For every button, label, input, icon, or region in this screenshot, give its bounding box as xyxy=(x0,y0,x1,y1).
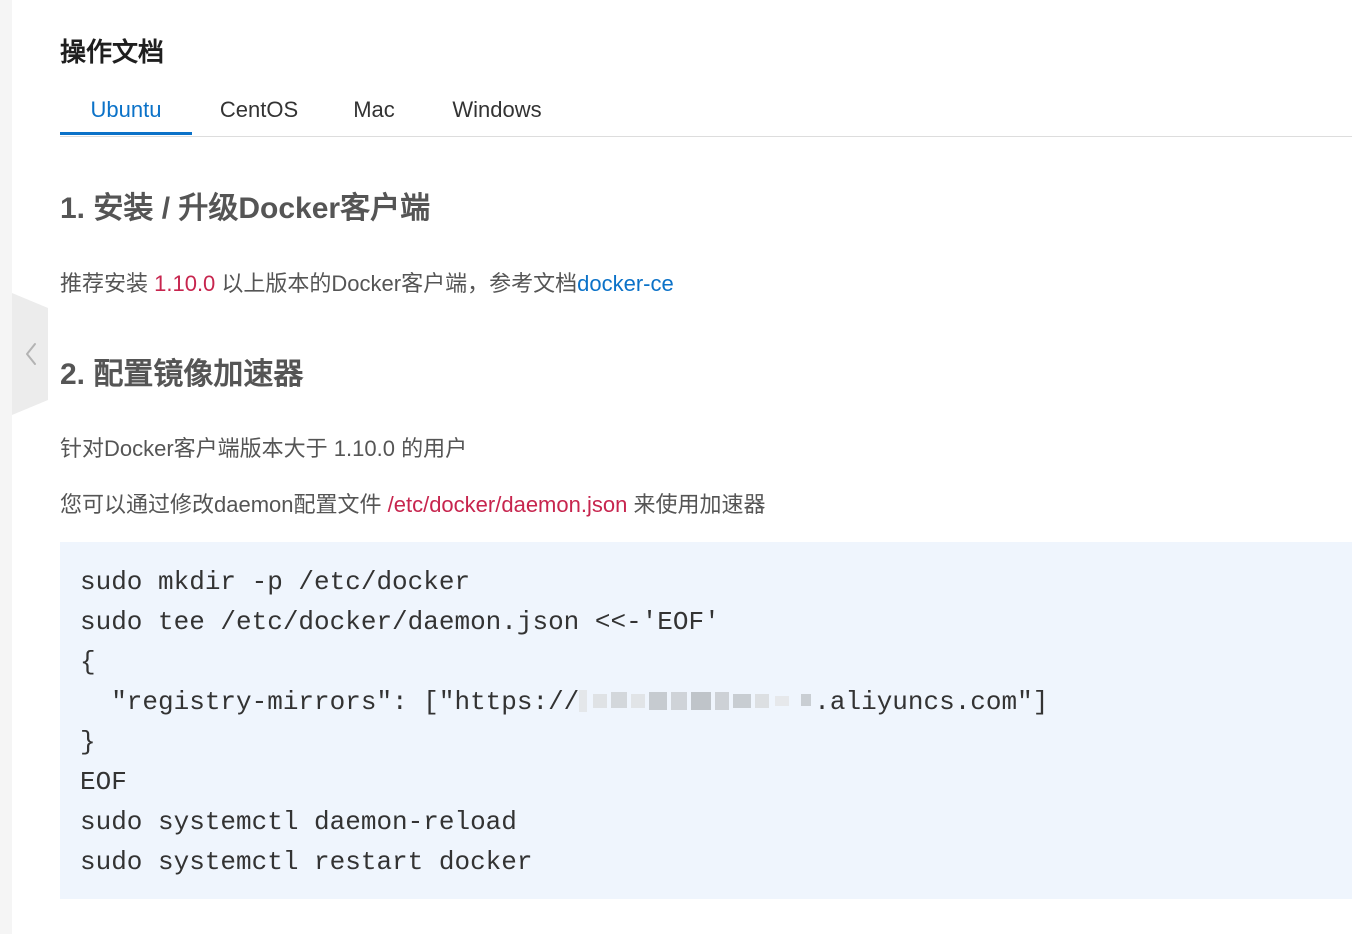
tab-windows[interactable]: Windows xyxy=(422,90,572,134)
page-title: 操作文档 xyxy=(60,37,165,67)
config-path-inline-code: /etc/docker/daemon.json xyxy=(387,492,628,517)
sidebar-strip xyxy=(0,0,12,934)
install-text-before: 推荐安装 xyxy=(60,271,155,296)
code-line: sudo mkdir -p /etc/docker xyxy=(80,567,471,597)
os-tabs: Ubuntu CentOS Mac Windows xyxy=(60,90,1352,137)
code-line: { xyxy=(80,647,96,677)
code-line: } xyxy=(80,727,96,757)
tab-ubuntu[interactable]: Ubuntu xyxy=(60,90,192,135)
code-line: sudo systemctl daemon-reload xyxy=(80,807,517,837)
code-line: EOF xyxy=(80,767,127,797)
mirror-intro: 针对Docker客户端版本大于 1.10.0 的用户 xyxy=(60,436,468,461)
version-inline-code: 1.10.0 xyxy=(154,271,216,296)
code-line: sudo systemctl restart docker xyxy=(80,847,533,877)
tab-centos[interactable]: CentOS xyxy=(192,90,326,134)
section-heading-install: 1. 安装 / 升级Docker客户端 xyxy=(60,192,431,225)
tab-divider xyxy=(60,136,1352,137)
install-recommendation: 推荐安装 1.10.0 以上版本的Docker客户端，参考文档docker-ce xyxy=(60,270,674,298)
sidebar-collapse-button[interactable] xyxy=(0,288,52,420)
mirror-config-instructions: 您可以通过修改daemon配置文件 /etc/docker/daemon.jso… xyxy=(60,491,765,519)
docker-ce-link[interactable]: docker-ce xyxy=(577,271,674,296)
mirror-line-prefix: "registry-mirrors": ["https:// xyxy=(80,687,580,717)
config-text-after: 来使用加速器 xyxy=(627,492,766,517)
section-heading-mirror: 2. 配置镜像加速器 xyxy=(60,358,304,391)
install-text-after: 以上版本的Docker客户端，参考文档 xyxy=(215,271,578,296)
mirror-line-suffix: .aliyuncs.com"] xyxy=(814,687,1049,717)
code-line: sudo tee /etc/docker/daemon.json <<-'EOF… xyxy=(80,607,720,637)
config-text-before: 您可以通过修改daemon配置文件 xyxy=(60,492,388,517)
chevron-left-icon xyxy=(12,293,48,415)
tab-mac[interactable]: Mac xyxy=(326,90,422,134)
code-line-registry-mirrors: "registry-mirrors": ["https:// .aliyuncs… xyxy=(80,682,1352,722)
redacted-blur xyxy=(579,690,812,712)
code-block[interactable]: sudo mkdir -p /etc/docker sudo tee /etc/… xyxy=(60,542,1352,899)
